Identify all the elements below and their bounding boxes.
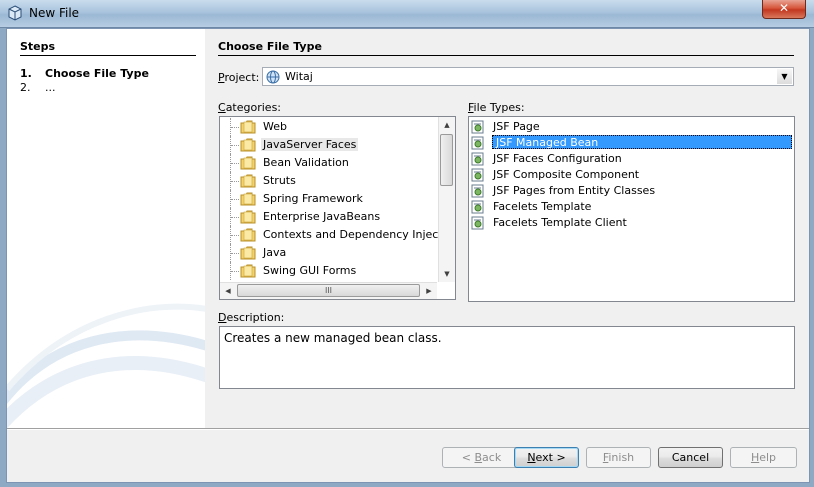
categories-label: Categories: xyxy=(218,101,282,114)
jsf-file-icon xyxy=(471,168,484,182)
folder-icon xyxy=(240,210,256,224)
title-bar: New File ✕ xyxy=(0,0,814,28)
file-type-label: Facelets Template xyxy=(493,200,592,213)
file-type-label: Facelets Template Client xyxy=(493,216,627,229)
categories-horizontal-scrollbar[interactable]: ◀ III ▶ xyxy=(220,282,437,299)
folder-icon xyxy=(240,246,256,260)
folder-icon xyxy=(240,228,256,242)
category-item[interactable]: Bean Validation xyxy=(220,154,440,172)
steps-divider xyxy=(20,55,196,56)
description-text: Creates a new managed bean class. xyxy=(224,331,442,345)
folder-icon xyxy=(240,120,256,134)
file-type-item[interactable]: JSF Page xyxy=(471,119,791,135)
steps-panel: Steps 1. Choose File Type 2.... xyxy=(7,29,205,428)
categories-tree[interactable]: Web JavaServer Faces Bean Validation Struts… xyxy=(219,116,456,300)
category-item[interactable]: Java xyxy=(220,244,440,262)
file-type-item[interactable]: JSF Pages from Entity Classes xyxy=(471,183,791,199)
jsf-file-icon xyxy=(471,184,484,198)
category-item[interactable]: JavaServer Faces xyxy=(220,136,440,154)
finish-button[interactable]: Finish xyxy=(586,447,651,468)
help-button[interactable]: Help xyxy=(730,447,797,468)
category-item[interactable]: Spring Framework xyxy=(220,190,440,208)
category-label: Bean Validation xyxy=(263,156,349,169)
project-label-rest: roject: xyxy=(224,71,260,84)
folder-icon xyxy=(240,264,256,278)
file-type-label: JSF Faces Configuration xyxy=(493,152,622,165)
back-button[interactable]: < Back xyxy=(442,447,521,468)
folder-icon xyxy=(240,138,256,152)
category-item[interactable]: Contexts and Dependency Injection xyxy=(220,226,455,244)
description-label: Description: xyxy=(218,311,285,324)
steps-heading: Steps xyxy=(20,40,56,53)
category-label: Java xyxy=(263,246,287,259)
categories-vertical-scrollbar[interactable]: ▲ ▼ xyxy=(438,117,455,282)
file-types-label: File Types: xyxy=(468,101,525,114)
step-1: 1. Choose File Type xyxy=(20,67,149,80)
globe-icon xyxy=(266,70,280,84)
file-type-item[interactable]: JSF Faces Configuration xyxy=(471,151,791,167)
category-label: Swing GUI Forms xyxy=(263,264,357,277)
file-type-item[interactable]: JSF Composite Component xyxy=(471,167,791,183)
jsf-file-icon xyxy=(471,200,484,214)
file-type-label: JSF Managed Bean xyxy=(492,135,792,149)
description-box: Creates a new managed bean class. xyxy=(219,326,795,389)
step-2: 2.... xyxy=(20,81,56,94)
window-close-button[interactable]: ✕ xyxy=(762,0,806,19)
file-type-item[interactable]: Facelets Template Client xyxy=(471,215,791,231)
button-bar-divider-highlight xyxy=(7,429,809,430)
folder-icon xyxy=(240,174,256,188)
step-label: Choose File Type xyxy=(45,67,149,80)
scroll-right-icon[interactable]: ▶ xyxy=(421,283,437,299)
scroll-down-icon[interactable]: ▼ xyxy=(439,266,455,282)
file-type-label: JSF Pages from Entity Classes xyxy=(493,184,656,197)
scroll-up-icon[interactable]: ▲ xyxy=(439,117,455,133)
file-type-item[interactable]: Facelets Template xyxy=(471,199,791,215)
step-number: 1. xyxy=(20,67,32,80)
project-label: Project: xyxy=(218,71,260,84)
category-label: Struts xyxy=(263,174,296,187)
cancel-button[interactable]: Cancel xyxy=(658,447,723,468)
jsf-file-icon xyxy=(471,136,484,150)
category-label: Enterprise JavaBeans xyxy=(263,210,381,223)
jsf-file-icon xyxy=(471,216,484,230)
netbeans-cube-icon xyxy=(8,5,22,21)
category-label: Contexts and Dependency Injection xyxy=(263,228,456,241)
scroll-thumb-horizontal[interactable]: III xyxy=(237,284,420,297)
category-label: Web xyxy=(263,120,287,133)
file-type-item[interactable]: JSF Managed Bean xyxy=(471,135,792,151)
folder-icon xyxy=(240,156,256,170)
folder-icon xyxy=(240,192,256,206)
project-value: Witaj xyxy=(285,70,313,83)
category-item[interactable]: Swing GUI Forms xyxy=(220,262,440,280)
scroll-thumb[interactable] xyxy=(440,134,453,186)
category-item[interactable]: Enterprise JavaBeans xyxy=(220,208,440,226)
category-item[interactable]: Web xyxy=(220,118,440,136)
dialog-body: Steps 1. Choose File Type 2.... Choose Fi… xyxy=(6,28,810,483)
category-item[interactable]: Struts xyxy=(220,172,440,190)
step-number: 2. xyxy=(20,81,31,94)
window-title: New File xyxy=(29,6,80,20)
jsf-file-icon xyxy=(471,152,484,166)
project-dropdown[interactable]: Witaj ▼ xyxy=(262,67,794,86)
content-panel: Choose File Type Project: Witaj ▼ Catego… xyxy=(218,29,808,429)
page-title: Choose File Type xyxy=(218,40,322,53)
category-label: JavaServer Faces xyxy=(261,138,359,151)
category-label: Spring Framework xyxy=(263,192,363,205)
file-type-label: JSF Composite Component xyxy=(493,168,640,181)
title-divider xyxy=(218,55,794,56)
chevron-down-icon[interactable]: ▼ xyxy=(777,69,792,84)
file-types-list[interactable]: JSF Page JSF Managed Bean JSF Faces Config… xyxy=(468,116,795,302)
file-type-label: JSF Page xyxy=(493,120,540,133)
step-label: ... xyxy=(45,81,56,94)
jsf-file-icon xyxy=(471,120,484,134)
next-button[interactable]: Next > xyxy=(514,447,579,468)
scroll-left-icon[interactable]: ◀ xyxy=(220,283,236,299)
decorative-swoosh xyxy=(7,303,205,428)
